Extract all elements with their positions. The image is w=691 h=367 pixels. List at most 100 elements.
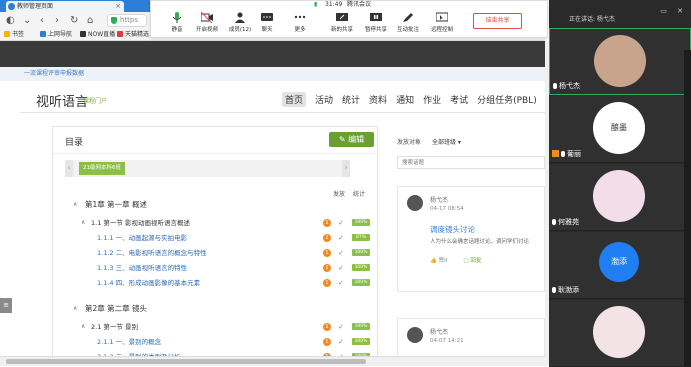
catalog-section[interactable]: ∧ 2.1 第一节 景别 1 ✓ 100% (53, 321, 375, 333)
mute-button[interactable]: 静音 (162, 12, 192, 33)
catalog-item[interactable]: 1.1.4 四、形成动画影像的基本元素 1 ✓ 100% (53, 277, 375, 289)
close-icon[interactable]: × (115, 1, 121, 12)
refresh-icon[interactable]: ↻ (70, 13, 78, 28)
avatar (407, 327, 423, 343)
catalog-chapter[interactable]: ∧ 第1章 第一章 概述 (53, 199, 375, 211)
catalog-item[interactable]: 2.1.1 一、景别的概念 1 ✓ 100% (53, 336, 375, 348)
post-title[interactable]: 调度镜头讨论 (430, 224, 475, 235)
browser-tab[interactable]: 教师管理页面 × (6, 1, 124, 12)
tab-stats[interactable]: 统计 (342, 93, 360, 106)
post-date: 04-07 14:21 (430, 338, 464, 344)
url-text: https (120, 16, 139, 24)
breadcrumb-link[interactable]: 一流课程评审申报数据 (24, 67, 84, 81)
participant-name: 何雅苑 (552, 217, 579, 227)
site-header-band (0, 41, 545, 67)
annotate-button[interactable]: 互动批注 (393, 12, 423, 33)
topic-search-input[interactable] (397, 156, 545, 169)
reply-button[interactable]: ▢ 回复 (463, 258, 489, 264)
participant-tile[interactable]: 杨弋杰 (549, 28, 691, 95)
tab-homework[interactable]: 作业 (423, 93, 441, 106)
side-menu-toggle[interactable]: ≡ (0, 298, 12, 313)
course-nav: 首页活动统计资料通知作业考试分组任务(PBL)讨 (282, 92, 564, 107)
back-icon[interactable]: ‹ (40, 13, 44, 28)
bookmark-icon (117, 31, 123, 37)
catalog-columns: 发放 统计 (333, 189, 373, 198)
next-arrow-icon[interactable]: › (342, 160, 350, 177)
bookmark-item[interactable]: 上网导航 (40, 29, 72, 41)
remote-control-button[interactable]: 远程控制 (427, 12, 457, 33)
collapse-icon[interactable]: ∧ (81, 321, 85, 333)
url-field[interactable]: https (107, 14, 147, 27)
microphone-icon (553, 83, 557, 89)
participant-tile[interactable]: 酿墨 葡丽 (549, 96, 691, 163)
collapse-icon[interactable]: ∧ (73, 303, 77, 315)
divider (53, 153, 377, 154)
check-icon: ✓ (338, 323, 344, 331)
members-icon (235, 12, 245, 23)
catalog-item[interactable]: 1.1.2 二、电影视听语言的概念与特性 1 ✓ 100% (53, 247, 375, 259)
window-controls-icon[interactable]: ▭ ✕ (660, 7, 687, 15)
like-button[interactable]: 👍 赞II (430, 258, 455, 264)
participant-tile[interactable]: 渤添 耿渤添 (549, 232, 691, 299)
chat-button[interactable]: 聊天 (252, 12, 282, 33)
class-tag[interactable]: 21级网本科6班 (79, 162, 125, 175)
collapse-icon[interactable]: ∧ (81, 217, 85, 229)
panel-header: 正在讲话: 杨弋杰 ▭ ✕ (549, 0, 691, 28)
catalog-chapter[interactable]: ∧ 第2章 第二章 镜头 (53, 303, 375, 315)
discussion-post[interactable]: 杨弋杰 04-17 08:54 调度镜头讨论 人为什么会确言话题讨论。调问学们讨… (397, 186, 545, 292)
catalog-item[interactable]: 1.1.1 一、动画起源与实拍电影 2 ✓ 87% (53, 232, 375, 244)
forward-icon[interactable]: › (55, 13, 59, 28)
task-count-badge: 1 (323, 279, 331, 287)
collapse-icon[interactable]: ∧ (73, 199, 77, 211)
bookmark-item[interactable]: 天猫精选 (117, 29, 149, 41)
microphone-icon (172, 12, 182, 23)
panel-scrollbar[interactable] (684, 50, 691, 366)
expand-icon[interactable]: ⌄ (23, 13, 31, 28)
bookmark-item[interactable]: 书签 (4, 29, 24, 41)
tab-title: 教师管理页面 (17, 3, 54, 10)
course-title: 视听语言 (36, 95, 89, 110)
members-button[interactable]: 成员(12) (225, 12, 255, 33)
tab-exams[interactable]: 考试 (450, 93, 468, 106)
end-share-button[interactable]: 结束共享 (473, 13, 522, 29)
course-portal-link[interactable]: 课程门户 (83, 96, 107, 105)
check-icon: ✓ (338, 219, 344, 227)
home-icon[interactable]: ⌂ (87, 13, 93, 28)
task-count-badge: 1 (323, 219, 331, 227)
catalog-section[interactable]: ∧ 1.1 第一节 影视动画视听语言概述 1 ✓ 100% (53, 217, 375, 229)
check-icon: ✓ (338, 264, 344, 272)
participant-avatar (593, 306, 645, 358)
divider (20, 112, 545, 113)
scrollbar-thumb[interactable] (6, 359, 366, 364)
signal-icon: ▮ (314, 1, 318, 8)
prev-arrow-icon[interactable]: ‹ (65, 160, 73, 177)
tab-home[interactable]: 首页 (282, 92, 307, 107)
catalog-item[interactable]: 1.1.3 三、动画视听语言的特性 1 ✓ 100% (53, 262, 375, 274)
tab-pbl[interactable]: 分组任务(PBL) (477, 93, 537, 106)
tab-activity[interactable]: 活动 (315, 93, 333, 106)
new-share-button[interactable]: 新的共享 (327, 12, 357, 33)
edit-button[interactable]: ✎ 编辑 (329, 132, 374, 147)
pause-share-button[interactable]: 暂停共享 (361, 12, 391, 33)
task-count-badge: 1 (323, 338, 331, 346)
pause-icon (370, 13, 382, 21)
publish-target-select[interactable]: 全部班级 ▾ (432, 137, 461, 146)
shield-icon (111, 17, 117, 24)
meeting-toolbar: ▮ 31:49 腾讯会议 静音 开启视频 成员(12) 聊天 更多 新的共享 暂… (150, 0, 548, 38)
participant-tile[interactable] (549, 300, 691, 367)
tab-materials[interactable]: 资料 (369, 93, 387, 106)
progress-badge: 100% (352, 219, 370, 226)
remote-control-icon (436, 12, 448, 22)
participant-name: 葡丽 (552, 149, 581, 159)
video-button[interactable]: 开启视频 (192, 12, 222, 33)
more-button[interactable]: 更多 (285, 12, 315, 33)
bookmark-item[interactable]: NOW直播 (80, 29, 115, 41)
participant-tile[interactable]: 何雅苑 (549, 164, 691, 231)
tab-notices[interactable]: 通知 (396, 93, 414, 106)
catalog-title: 目录 (65, 138, 84, 148)
post-actions: 👍 赞II ▢ 回复 (430, 256, 489, 264)
user-icon[interactable]: ◐ (6, 13, 15, 28)
horizontal-scrollbar[interactable] (0, 356, 545, 366)
bookmark-icon (80, 31, 86, 37)
participant-avatar: 渤添 (599, 242, 639, 282)
